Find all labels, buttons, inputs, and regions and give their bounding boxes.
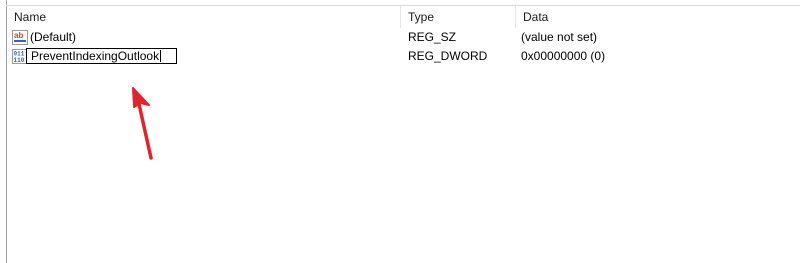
value-data: 0x00000000 (0) [521, 49, 606, 63]
value-name: (Default) [30, 30, 77, 44]
rename-value-input[interactable]: PreventIndexingOutlook [26, 48, 177, 64]
list-item[interactable]: ab (Default) REG_SZ (value not set) [7, 28, 800, 47]
svg-text:ab: ab [14, 31, 23, 40]
string-value-icon: ab [12, 30, 28, 45]
text-caret [160, 50, 162, 62]
column-header-name[interactable]: Name [7, 6, 400, 28]
registry-values-pane: Name Type Data ab (Default) REG_SZ (valu… [0, 0, 800, 263]
list-header: Name Type Data [7, 6, 800, 28]
svg-text:110: 110 [14, 57, 25, 64]
column-header-type[interactable]: Type [401, 6, 515, 28]
value-data: (value not set) [521, 30, 598, 44]
column-header-data[interactable]: Data [516, 6, 800, 28]
list-item[interactable]: 011 110 PreventIndexingOutlook REG_DWORD… [7, 47, 800, 66]
value-type: REG_SZ [408, 30, 457, 44]
value-type: REG_DWORD [408, 49, 488, 63]
red-arrow-pointer-icon [132, 87, 153, 160]
rename-input-text: PreventIndexingOutlook [31, 49, 160, 63]
